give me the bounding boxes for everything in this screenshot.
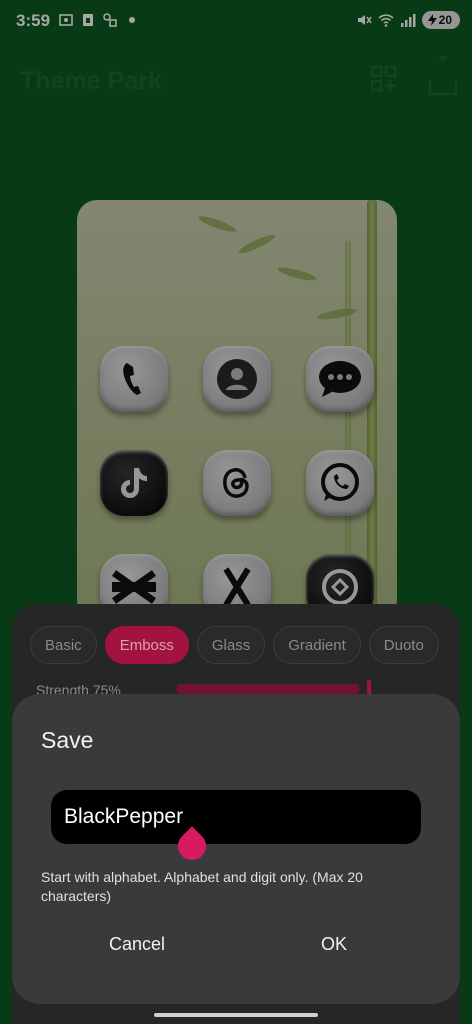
tab-gradient[interactable]: Gradient: [273, 626, 361, 664]
theme-name-value[interactable]: BlackPepper: [64, 805, 183, 829]
cancel-button[interactable]: Cancel: [109, 934, 165, 955]
home-indicator[interactable]: [154, 1013, 318, 1017]
ok-button[interactable]: OK: [321, 934, 347, 955]
strength-slider[interactable]: [176, 684, 360, 694]
dialog-title: Save: [41, 727, 94, 753]
tab-duotone[interactable]: Duoto: [368, 626, 439, 664]
style-tabs: Basic Emboss Glass Gradient Duoto: [30, 626, 440, 666]
tab-glass[interactable]: Glass: [196, 626, 266, 664]
tab-emboss[interactable]: Emboss: [104, 626, 189, 664]
input-hint: Start with alphabet. Alphabet and digit …: [41, 869, 363, 904]
tab-basic[interactable]: Basic: [30, 626, 97, 664]
